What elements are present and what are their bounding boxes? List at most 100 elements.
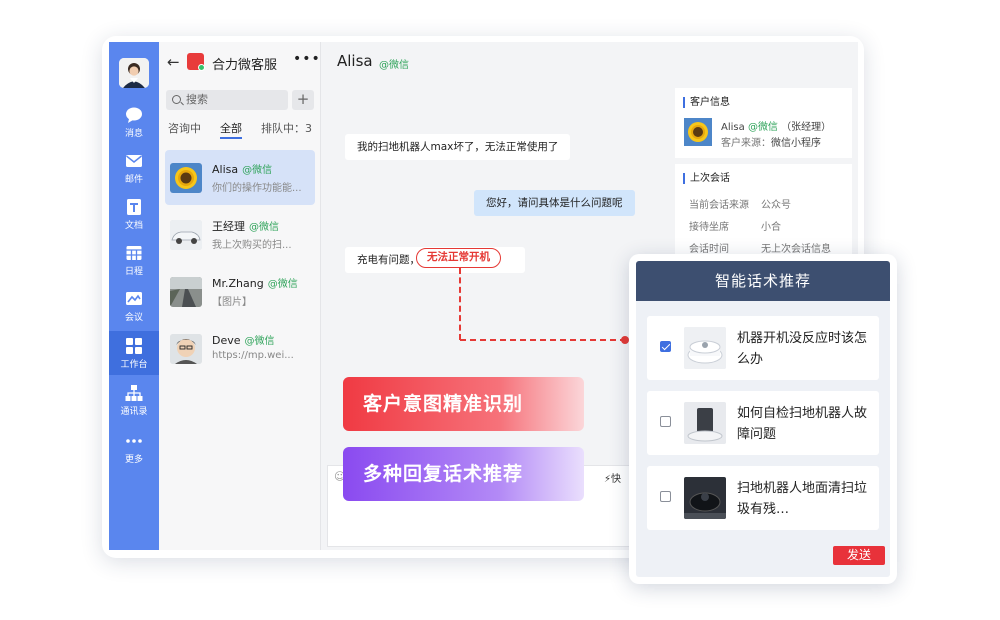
- rail-item-messages[interactable]: 消息: [109, 100, 159, 144]
- customer-avatar: [684, 118, 712, 146]
- nav-rail: 消息 邮件 文档 日程 会议 工作台 通讯录 更多: [109, 42, 159, 550]
- info-key: 会话时间: [689, 244, 729, 255]
- car-avatar: [170, 220, 202, 250]
- add-button[interactable]: +: [292, 90, 314, 110]
- chat-header: Alisa @微信: [321, 42, 670, 82]
- rail-item-mail[interactable]: 邮件: [109, 146, 159, 190]
- incoming-message: 我的扫地机器人max坏了，无法正常使用了: [345, 134, 571, 160]
- message-preview: 我上次购买的扫...: [212, 240, 292, 251]
- reply-recommendation-callout: 多种回复话术推荐: [343, 447, 584, 501]
- calendar-icon: [126, 246, 142, 260]
- smart-reply-body: 智能话术推荐 机器开机没反应时该怎么办 如何自检扫地机器人故障问题 扫地机器人地…: [636, 261, 890, 577]
- search-input[interactable]: 搜索: [166, 90, 288, 110]
- rail-item-contacts[interactable]: 通讯录: [109, 378, 159, 422]
- suggestion-checkbox[interactable]: [660, 341, 671, 352]
- connector-line: [460, 339, 626, 341]
- tab-queue[interactable]: 排队中：3: [261, 120, 312, 136]
- conversation-item[interactable]: Deve @微信 https://mp.wei...: [165, 321, 315, 376]
- tab-all[interactable]: 全部: [220, 120, 242, 136]
- conversation-tabs: 咨询中 全部 排队中：3: [159, 120, 321, 140]
- smart-reply-panel: 智能话术推荐 机器开机没反应时该怎么办 如何自检扫地机器人故障问题 扫地机器人地…: [629, 254, 897, 584]
- more-dots-icon: [126, 439, 142, 443]
- rail-label: 文档: [124, 221, 143, 231]
- conversation-list-header: ← 合力微客服 •••: [159, 42, 321, 82]
- rail-label: 通讯录: [120, 407, 148, 417]
- rail-item-meeting[interactable]: 会议: [109, 284, 159, 328]
- rail-label: 消息: [124, 129, 143, 139]
- contact-name: Deve: [212, 334, 241, 347]
- suggestion-text: 扫地机器人地面清扫垃圾有残…: [737, 481, 868, 517]
- section-title: 客户信息: [683, 97, 730, 108]
- chat-bubble-icon: [126, 107, 142, 123]
- suggestion-text: 如何自检扫地机器人故障问题: [737, 406, 868, 442]
- tab-consulting[interactable]: 咨询中: [168, 120, 201, 136]
- rail-item-workbench[interactable]: 工作台: [109, 331, 159, 375]
- back-arrow-icon[interactable]: ←: [167, 53, 180, 71]
- connector-line: [459, 268, 461, 340]
- channel-value: 微信小程序: [771, 138, 821, 149]
- customer-source: @微信: [747, 122, 778, 133]
- grid-icon: [126, 338, 142, 354]
- app-title: 合力微客服: [212, 58, 278, 73]
- search-icon: [172, 95, 181, 104]
- cartoon-avatar: [170, 334, 202, 364]
- send-button[interactable]: 发送: [833, 546, 885, 565]
- intent-recognition-callout: 客户意图精准识别: [343, 377, 584, 431]
- contact-name: Mr.Zhang: [212, 277, 264, 290]
- robot-vacuum-image: [684, 327, 726, 369]
- contact-source: @微信: [267, 279, 298, 290]
- contact-source: @微信: [249, 222, 279, 233]
- conversation-item[interactable]: Mr.Zhang @微信 【图片】: [165, 264, 315, 319]
- contact-source: @微信: [244, 336, 275, 347]
- suggestion-item[interactable]: 机器开机没反应时该怎么办: [647, 316, 879, 380]
- customer-info-card: 客户信息 Alisa @微信 （张经理） 客户来源：微信小程序: [675, 88, 852, 158]
- connector-dot: [621, 336, 629, 344]
- section-title: 上次会话: [683, 173, 730, 184]
- contact-name: 王经理: [212, 220, 245, 233]
- rail-label: 工作台: [120, 360, 148, 370]
- document-icon: [127, 199, 141, 215]
- user-avatar[interactable]: [119, 58, 149, 88]
- rail-label: 日程: [124, 267, 143, 277]
- channel-label: 客户来源：: [721, 138, 771, 149]
- rail-item-more[interactable]: 更多: [109, 426, 159, 470]
- info-key: 接待坐席: [689, 222, 729, 233]
- rail-label: 邮件: [124, 175, 143, 185]
- rail-label: 更多: [124, 455, 143, 465]
- org-chart-icon: [125, 385, 143, 401]
- more-menu-icon[interactable]: •••: [293, 51, 321, 67]
- online-status-icon: [198, 64, 205, 71]
- intent-keyword-highlight: 无法正常开机: [416, 248, 501, 268]
- road-avatar: [170, 277, 202, 307]
- suggestion-checkbox[interactable]: [660, 491, 671, 502]
- outgoing-message: 您好，请问具体是什么问题呢: [474, 190, 635, 216]
- message-preview: https://mp.wei...: [212, 350, 294, 361]
- mail-icon: [126, 155, 142, 167]
- robot-dock-image: [684, 402, 726, 444]
- quick-reply-button[interactable]: ⚡快: [604, 470, 621, 485]
- search-placeholder: 搜索: [186, 93, 208, 106]
- panel-title: 智能话术推荐: [636, 261, 890, 301]
- suggestion-checkbox[interactable]: [660, 416, 671, 427]
- active-tab-indicator: [220, 137, 242, 139]
- suggestion-text: 机器开机没反应时该怎么办: [737, 331, 868, 367]
- info-value: 无上次会话信息: [761, 244, 831, 255]
- rail-item-calendar[interactable]: 日程: [109, 238, 159, 282]
- quick-reply-label: 快: [611, 474, 622, 485]
- contact-source: @微信: [242, 165, 273, 176]
- contact-name: Alisa: [212, 163, 239, 176]
- conversation-list-panel: ← 合力微客服 ••• 搜索 + 咨询中 全部 排队中：3 Alisa @微信 你…: [159, 42, 321, 550]
- rail-item-docs[interactable]: 文档: [109, 192, 159, 236]
- customer-name: Alisa: [721, 122, 745, 133]
- suggestion-item[interactable]: 扫地机器人地面清扫垃圾有残…: [647, 466, 879, 530]
- info-value: 小合: [761, 222, 781, 233]
- info-value: 公众号: [761, 200, 791, 211]
- rail-label: 会议: [124, 313, 143, 323]
- suggestion-item[interactable]: 如何自检扫地机器人故障问题: [647, 391, 879, 455]
- message-preview: 【图片】: [212, 297, 252, 308]
- robot-vacuum-dark-image: [684, 477, 726, 519]
- message-preview: 你们的操作功能能...: [212, 183, 302, 194]
- customer-note: （张经理）: [781, 122, 832, 133]
- conversation-item[interactable]: 王经理 @微信 我上次购买的扫...: [165, 207, 315, 262]
- conversation-item[interactable]: Alisa @微信 你们的操作功能能...: [165, 150, 315, 205]
